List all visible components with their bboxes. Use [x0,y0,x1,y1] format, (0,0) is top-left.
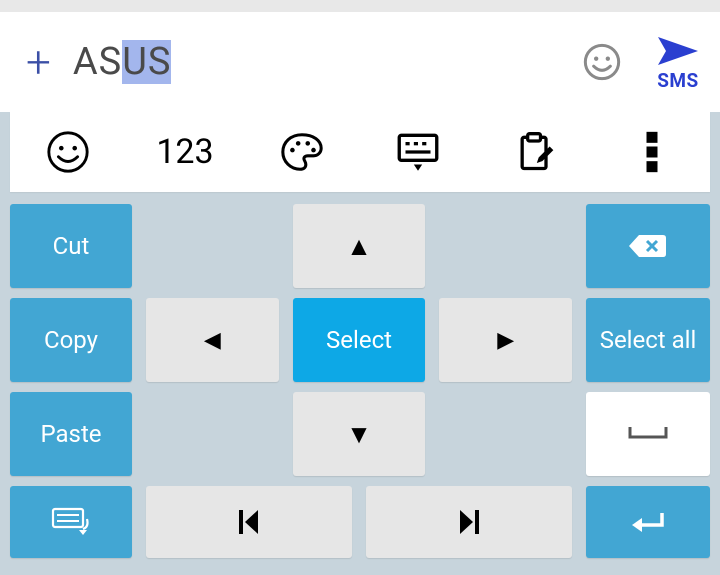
compose-text-plain: AS [73,40,122,84]
arrow-up-button[interactable]: ▲ [293,204,426,288]
cursor-end-button[interactable] [366,486,572,558]
space-button[interactable] [586,392,710,476]
arrow-left-icon: ◀ [204,328,221,353]
smiley-icon[interactable] [18,129,118,175]
cursor-end-icon [456,507,482,537]
paste-button[interactable]: Paste [10,392,132,476]
enter-icon [628,509,668,535]
palette-icon[interactable] [252,129,352,175]
select-label: Select [326,326,392,354]
cut-label: Cut [53,232,90,260]
add-icon[interactable]: + [26,40,51,84]
menu-dots-icon[interactable] [602,130,702,174]
spacer [439,392,572,476]
keyboard-toolbar: 123 [10,112,710,192]
keyboard-hide-icon[interactable] [368,127,468,177]
switch-keyboard-button[interactable] [10,486,132,558]
cut-button[interactable]: Cut [10,204,132,288]
switch-keyboard-icon [49,505,93,539]
space-icon [626,425,670,443]
numbers-button[interactable]: 123 [135,132,235,172]
emoji-icon[interactable] [582,42,622,82]
status-bar [0,0,720,12]
cursor-keypad: Cut ▲ Copy ◀ Select ▶ Select all [0,192,720,566]
arrow-right-icon: ▶ [497,328,514,353]
spacer [439,204,572,288]
spacer [146,204,279,288]
copy-label: Copy [44,326,98,354]
compose-input[interactable]: ASUS [73,40,560,84]
arrow-down-icon: ▼ [346,419,372,450]
send-button[interactable]: SMS [654,33,702,92]
numbers-label: 123 [156,132,213,172]
spacer [146,392,279,476]
send-icon [654,33,702,69]
arrow-down-button[interactable]: ▼ [293,392,426,476]
copy-button[interactable]: Copy [10,298,132,382]
backspace-icon [625,231,671,261]
cursor-home-icon [236,507,262,537]
arrow-left-button[interactable]: ◀ [146,298,279,382]
enter-button[interactable] [586,486,710,558]
select-all-button[interactable]: Select all [586,298,710,382]
arrow-up-icon: ▲ [346,231,372,262]
select-all-label: Select all [600,326,697,354]
backspace-button[interactable] [586,204,710,288]
cursor-home-button[interactable] [146,486,352,558]
paste-label: Paste [40,420,101,448]
arrow-right-button[interactable]: ▶ [439,298,572,382]
select-button[interactable]: Select [293,298,426,382]
compose-text-selected: US [122,40,171,84]
clipboard-edit-icon[interactable] [485,130,585,174]
send-label: SMS [657,69,699,92]
compose-row: + ASUS SMS [0,12,720,112]
